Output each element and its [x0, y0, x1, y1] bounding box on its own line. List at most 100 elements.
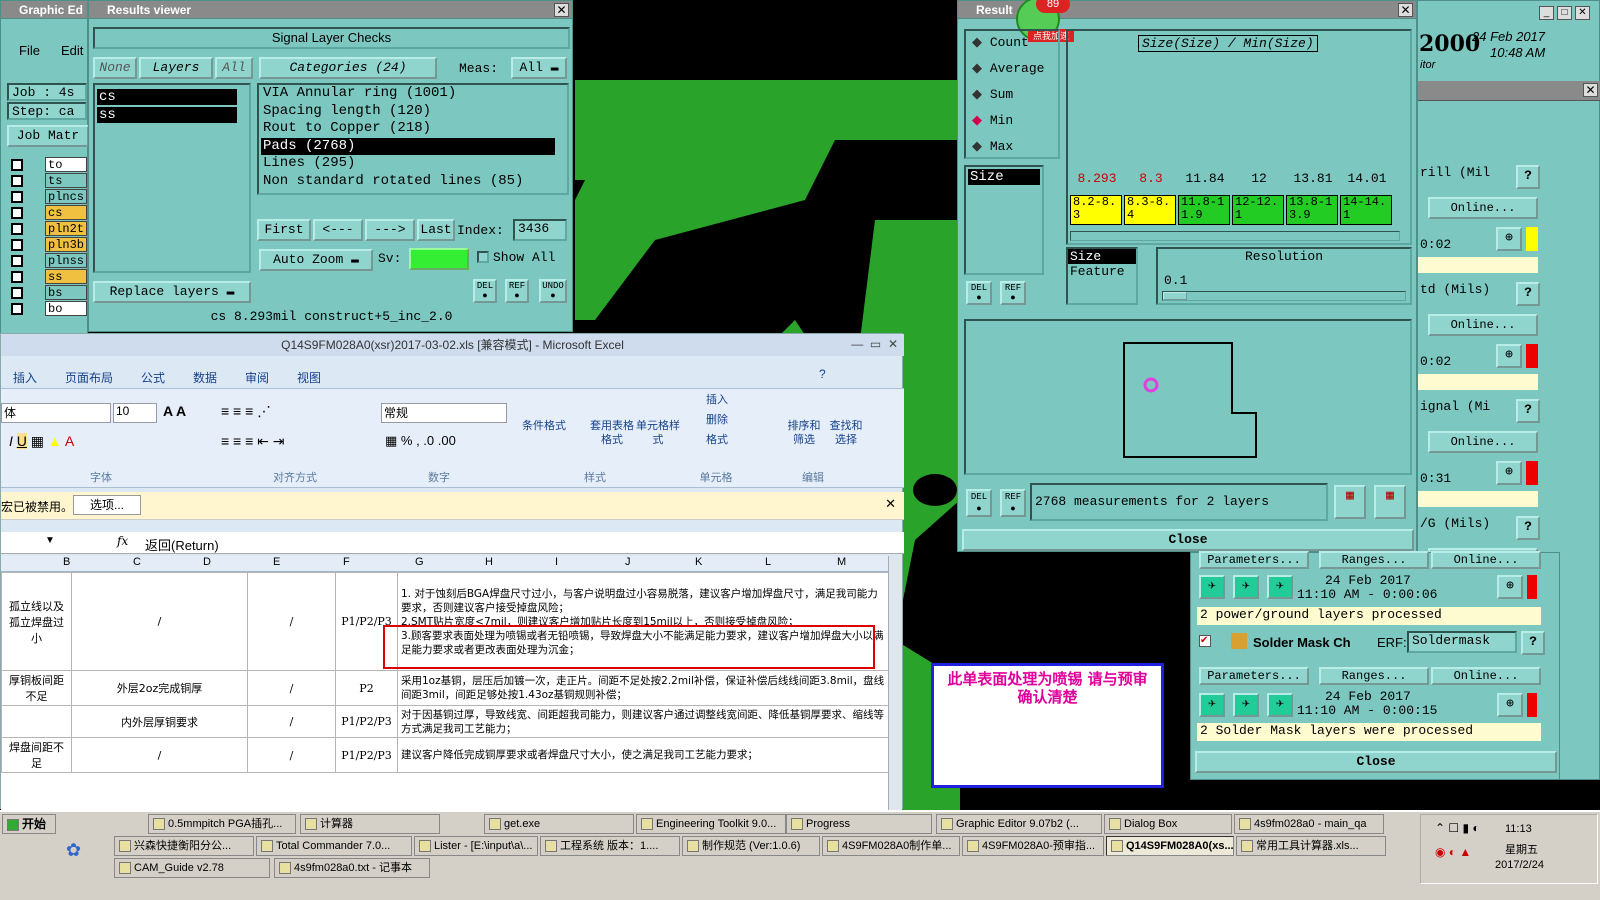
formula-input[interactable]: 返回(Return)	[145, 535, 219, 554]
online-button[interactable]: Online...	[1428, 197, 1538, 219]
taskbar-item[interactable]: Total Commander 7.0...	[256, 836, 412, 856]
ribbon-tab[interactable]: 审阅	[245, 369, 269, 386]
category-item[interactable]: Non standard rotated lines (85)	[261, 173, 555, 191]
help-icon[interactable]: ?	[819, 367, 826, 381]
cell-item[interactable]: 外层2oz完成铜厚	[71, 670, 248, 706]
ref-button[interactable]: REF ●	[1000, 281, 1026, 305]
column-header[interactable]: B	[63, 556, 70, 568]
cell-item[interactable]: 内外层厚铜要求	[71, 705, 248, 738]
del-button[interactable]: DEL ●	[966, 489, 992, 517]
erf-field[interactable]: Soldermask	[1407, 631, 1517, 653]
parameters-button[interactable]: Parameters...	[1199, 551, 1309, 569]
layer-item[interactable]: bs	[45, 285, 87, 300]
help-button[interactable]: ?	[1516, 399, 1540, 423]
histogram-bar[interactable]: 11.8-11.9	[1178, 195, 1230, 225]
font-size-box[interactable]: 10	[113, 403, 157, 423]
layer-checkbox[interactable]	[11, 271, 23, 283]
export-icon[interactable]: ▦	[1334, 485, 1366, 519]
number-format-box[interactable]: 常规	[381, 403, 507, 423]
column-header[interactable]: I	[555, 556, 558, 568]
ribbon-button[interactable]: 排序和筛选	[785, 419, 823, 447]
spreadsheet-grid[interactable]: BCDEFGHIJKLM 孤立线以及孤立焊盘过小 / / P1/P2/P3 1.…	[1, 556, 889, 810]
tray-icons-2[interactable]: ◉ ◐ ▲	[1435, 845, 1471, 859]
zoom-icon[interactable]: ⊕	[1497, 693, 1523, 717]
histogram-bar[interactable]: 12-12.1	[1232, 195, 1284, 225]
taskbar-item[interactable]: 0.5mmpitch PGA插孔...	[148, 814, 296, 834]
layer-checkbox[interactable]	[11, 223, 23, 235]
ribbon-tab[interactable]: 数据	[193, 369, 217, 386]
size-list[interactable]: Size	[964, 165, 1044, 275]
layer-item[interactable]: cs	[45, 205, 87, 220]
show-all-checkbox[interactable]	[477, 251, 489, 263]
help-button[interactable]: ?	[1516, 282, 1540, 306]
meas-dropdown[interactable]: All ▬	[511, 57, 567, 79]
minimize-icon[interactable]: _	[1539, 6, 1554, 20]
layer-item[interactable]: pln2t	[45, 221, 87, 236]
table-row[interactable]: 内外层厚铜要求 / P1/P2/P3 对于因基铜过厚，导致线宽、间距超我司能力，…	[1, 705, 889, 738]
cell-process[interactable]: P1/P2/P3	[335, 705, 398, 738]
close-icon[interactable]: ✕	[1575, 6, 1590, 20]
run-icon[interactable]: ✈	[1267, 693, 1293, 717]
close-button[interactable]: Close	[962, 529, 1414, 551]
fill-color-icon[interactable]: ▲	[48, 433, 62, 449]
maximize-icon[interactable]: □	[1557, 6, 1572, 20]
zoom-icon[interactable]: ⊕	[1497, 575, 1523, 599]
column-header[interactable]: F	[343, 556, 350, 568]
run-icon[interactable]: ✈	[1267, 575, 1293, 599]
online-button[interactable]: Online...	[1431, 551, 1541, 569]
category-item[interactable]: Spacing length (120)	[261, 103, 555, 121]
table-row[interactable]: 厚铜板间距不足 外层2oz完成铜厚 / P2 采用1oz基铜，层压后加镀一次，走…	[1, 670, 889, 706]
options-button[interactable]: 选项...	[73, 495, 141, 515]
cell-item[interactable]: /	[71, 737, 248, 773]
layer-checkbox[interactable]	[11, 175, 23, 187]
layer-item[interactable]: to	[45, 157, 87, 172]
category-item[interactable]: Pads (2768)	[261, 137, 555, 155]
column-header[interactable]: H	[485, 556, 493, 568]
index-input[interactable]: 3436	[513, 219, 567, 241]
tray-icons[interactable]: ⌃ ☐ ▮ ◐	[1435, 821, 1480, 835]
layer-selection-list[interactable]: cs ss	[93, 83, 251, 273]
replace-layers-dropdown[interactable]: Replace layers ▬	[93, 281, 251, 303]
name-box-dropdown[interactable]: ▼	[45, 535, 55, 546]
stat-radio-sum[interactable]: ◆ Sum	[972, 87, 1013, 102]
layer-checkbox[interactable]	[11, 191, 23, 203]
layer-item[interactable]: ss	[45, 269, 87, 284]
taskbar-item[interactable]: 工程系统 版本：1....	[540, 836, 680, 856]
parameters-button[interactable]: Parameters...	[1199, 667, 1309, 685]
taskbar-item[interactable]: Q14S9FM028A0(xs...	[1106, 836, 1234, 856]
font-style-buttons[interactable]: I U ▦ ▲ A	[9, 433, 74, 450]
layer-checkbox[interactable]	[11, 303, 23, 315]
cell-description[interactable]: 采用1oz基铜，层压后加镀一次，走正片。间距不足处按2.2mil补偿，保证补偿后…	[397, 670, 889, 706]
list-item[interactable]: Size	[968, 169, 1040, 185]
job-matrix-button[interactable]: Job Matr	[7, 125, 89, 147]
online-button[interactable]: Online...	[1431, 667, 1541, 685]
menu-edit[interactable]: Edit	[61, 43, 83, 58]
cell-item[interactable]: /	[71, 572, 248, 671]
underline-icon[interactable]: U	[16, 433, 27, 449]
grow-font-icon[interactable]: A A	[163, 403, 186, 419]
column-header[interactable]: E	[273, 556, 280, 568]
none-button[interactable]: None	[93, 57, 137, 79]
histogram-bar[interactable]: 14-14.1	[1340, 195, 1392, 225]
ribbon-button[interactable]: 删除	[687, 413, 747, 427]
ribbon-button[interactable]: 单元格样式	[633, 419, 683, 447]
column-header[interactable]: G	[415, 556, 424, 568]
align-icons-2[interactable]: ≡ ≡ ≡ ⇤ ⇥	[221, 433, 285, 450]
close-icon[interactable]: ✕	[554, 3, 569, 17]
sv-color-dropdown[interactable]	[409, 248, 469, 270]
zoom-icon[interactable]: ⊕	[1496, 344, 1522, 368]
ribbon-button[interactable]: 查找和选择	[827, 419, 865, 447]
ribbon-tab[interactable]: 视图	[297, 369, 321, 386]
taskbar-item[interactable]: Graphic Editor 9.07b2 (...	[936, 814, 1102, 834]
run-icon[interactable]: ✈	[1199, 575, 1225, 599]
resolution-slider[interactable]	[1162, 291, 1406, 301]
histogram-bar[interactable]: 8.2-8.3	[1070, 195, 1122, 225]
column-header[interactable]: M	[837, 556, 846, 568]
close-icon[interactable]: ✕	[885, 496, 896, 512]
ribbon-button[interactable]: 插入	[687, 393, 747, 407]
taskbar-item[interactable]: 计算器	[300, 814, 440, 834]
list-item[interactable]: ss	[97, 107, 237, 123]
category-item[interactable]: Rout to Copper (218)	[261, 120, 555, 138]
vertical-scrollbar[interactable]	[888, 556, 902, 810]
help-button[interactable]: ?	[1521, 631, 1545, 655]
